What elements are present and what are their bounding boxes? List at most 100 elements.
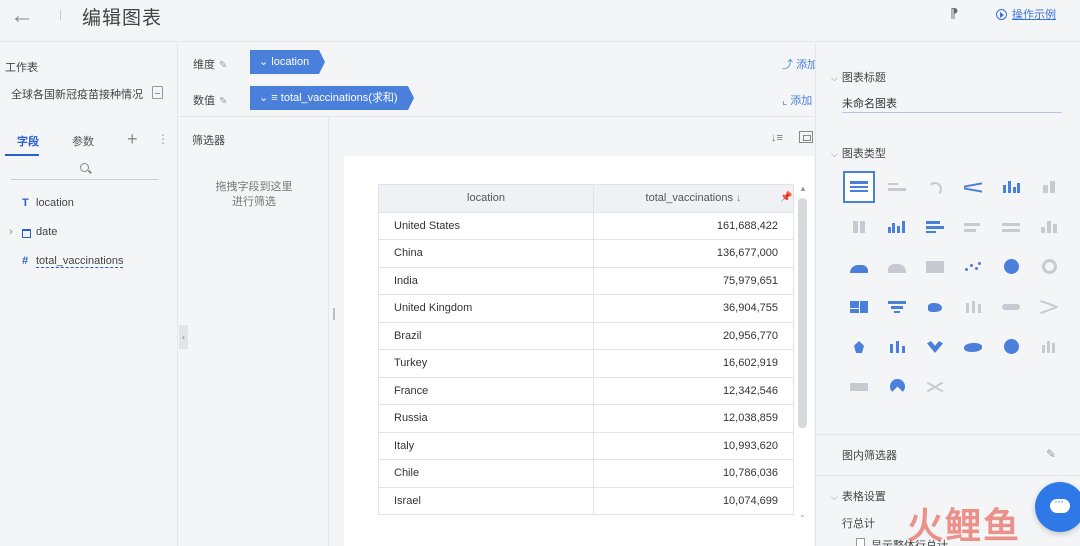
funnel-chart-icon[interactable] — [881, 291, 913, 323]
layout-icon[interactable] — [799, 131, 813, 143]
help-link[interactable]: 操作示例 — [996, 6, 1056, 22]
chat-button[interactable] — [1035, 482, 1080, 532]
donut-chart-icon[interactable] — [1033, 251, 1065, 283]
map-chart-icon[interactable] — [919, 291, 951, 323]
gauge-chart-icon[interactable] — [919, 171, 951, 203]
stacked-area-chart-icon[interactable] — [881, 251, 913, 283]
table-scrollbar[interactable]: ▲ ⌄ — [798, 184, 808, 521]
percent-bar-chart-icon[interactable] — [843, 211, 875, 243]
sort-desc-icon[interactable]: ↓ — [736, 192, 742, 204]
add-icon[interactable]: + — [127, 129, 138, 150]
table-chart-icon[interactable] — [843, 171, 875, 203]
pencil-icon[interactable]: ✎ — [1046, 447, 1056, 461]
percent-horizontal-bar-icon[interactable] — [995, 211, 1027, 243]
dimension-pill-label: location — [271, 56, 310, 68]
table-row[interactable]: Turkey 16,602,919 — [378, 349, 794, 378]
row-total-checkbox[interactable] — [856, 538, 865, 546]
chart-type-section[interactable]: ⌵ 图表类型 — [831, 145, 886, 161]
scatter-chart-icon[interactable] — [957, 251, 989, 283]
pencil-icon[interactable]: ✎ — [219, 96, 227, 107]
flow-map-icon[interactable] — [957, 331, 989, 363]
sort-icon[interactable]: ↓≡ — [771, 132, 783, 144]
heatmap-chart-icon[interactable] — [843, 371, 875, 403]
editor-canvas: 维度 ✎ ⌄ location ⤴ 添加 数值 ✎ ⌄ ≡ total_vaccin… — [179, 43, 818, 546]
table-row[interactable]: Italy 10,993,620 — [378, 431, 794, 460]
column-header-total-vaccinations[interactable]: total_vaccinations ↓ — [593, 184, 794, 213]
waterfall-chart-icon[interactable] — [1033, 211, 1065, 243]
measure-pill[interactable]: ⌄ ≡ total_vaccinations(求和) — [250, 86, 414, 110]
table-row[interactable]: China 136,677,000 — [378, 239, 794, 268]
table-row[interactable]: Chile 10,786,036 — [378, 459, 794, 488]
line-chart-icon[interactable] — [957, 171, 989, 203]
back-arrow-icon[interactable]: ← — [10, 4, 40, 30]
pie-chart-icon[interactable] — [995, 251, 1027, 283]
stacked-horizontal-bar-icon[interactable] — [957, 211, 989, 243]
pencil-icon[interactable]: ✎ — [219, 60, 227, 71]
stacked-bar-chart-icon[interactable] — [1033, 171, 1065, 203]
area-chart-icon[interactable] — [843, 251, 875, 283]
cell-location: Chile — [378, 459, 594, 488]
word-cloud-icon[interactable] — [995, 291, 1027, 323]
radar-chart-icon[interactable] — [843, 331, 875, 363]
column-header-location[interactable]: location — [378, 184, 594, 213]
collapse-left-handle[interactable]: ‹ — [179, 325, 188, 349]
resize-handle[interactable] — [333, 308, 335, 320]
scroll-up-icon[interactable]: ▲ — [799, 184, 807, 193]
cell-location: United Kingdom — [378, 294, 594, 323]
chart-title-section[interactable]: ⌵ 图表标题 — [831, 69, 886, 85]
sort-lines-icon: ≡ — [271, 92, 278, 104]
half-pie-chart-icon[interactable] — [881, 371, 913, 403]
pin-icon[interactable]: 📌 — [780, 192, 792, 203]
table-row[interactable]: Israel 10,074,699 — [378, 486, 794, 515]
dimension-add-button[interactable]: ⤴ 添加 — [782, 56, 818, 72]
kpi-chart-icon[interactable] — [881, 171, 913, 203]
sankey-chart-icon[interactable] — [1033, 291, 1065, 323]
ruler-icon[interactable]: ⁋ — [950, 6, 966, 22]
dataset-file-icon[interactable] — [152, 86, 163, 99]
dimension-pill[interactable]: ⌄ location — [250, 50, 326, 74]
relation-chart-icon[interactable] — [919, 371, 951, 403]
candlestick-chart-icon[interactable] — [881, 331, 913, 363]
table-row[interactable]: United Kingdom 36,904,755 — [378, 294, 794, 323]
percent-area-chart-icon[interactable] — [919, 251, 951, 283]
chevron-down-icon: ⌵ — [831, 149, 838, 159]
table-row[interactable]: France 12,342,546 — [378, 376, 794, 405]
horizontal-bar-chart-icon[interactable] — [919, 211, 951, 243]
cell-location: Turkey — [378, 349, 594, 378]
more-vertical-icon[interactable]: ⋮ — [157, 132, 169, 146]
field-search-input[interactable] — [11, 159, 158, 180]
chart-title-input[interactable]: 未命名图表 — [842, 93, 1062, 113]
chevron-right-icon[interactable]: › — [9, 226, 13, 238]
column-header-label: total_vaccinations — [645, 192, 733, 205]
scroll-thumb[interactable] — [798, 198, 807, 428]
bullet-chart-icon[interactable] — [1033, 331, 1065, 363]
rose-chart-icon[interactable] — [919, 331, 951, 363]
globe-chart-icon[interactable] — [995, 331, 1027, 363]
field-tabs: 字段 参数 + ⋮ — [5, 129, 169, 156]
measure-add-button[interactable]: ⌞ 添加 — [782, 92, 812, 108]
tab-fields[interactable]: 字段 — [17, 133, 39, 149]
filter-box[interactable]: 筛选器 拖拽字段到这里 进行筛选 — [179, 117, 329, 546]
dataset-name[interactable]: 全球各国新冠疫苗接种情况 — [11, 86, 143, 102]
filter-hint-line-2: 进行筛选 — [232, 196, 276, 208]
measure-pill-label: total_vaccinations(求和) — [280, 92, 398, 104]
cell-total-vaccinations: 16,602,919 — [593, 349, 794, 378]
cell-total-vaccinations: 12,342,546 — [593, 376, 794, 405]
grouped-bar-chart-icon[interactable] — [881, 211, 913, 243]
table-row[interactable]: Russia 12,038,859 — [378, 404, 794, 433]
field-label: date — [36, 226, 58, 238]
section-label: 表格设置 — [841, 491, 886, 503]
table-row[interactable]: India 75,979,651 — [378, 266, 794, 295]
field-item-total-vaccinations[interactable]: # total_vaccinations — [0, 254, 178, 272]
tab-params[interactable]: 参数 — [72, 133, 94, 149]
field-item-location[interactable]: T location — [0, 196, 178, 214]
scroll-down-icon[interactable]: ⌄ — [799, 510, 806, 519]
cell-total-vaccinations: 136,677,000 — [593, 239, 794, 268]
table-settings-section[interactable]: ⌵ 表格设置 — [831, 488, 886, 504]
field-item-date[interactable]: › date — [0, 225, 178, 243]
treemap-chart-icon[interactable] — [843, 291, 875, 323]
table-row[interactable]: United States 161,688,422 — [378, 211, 794, 240]
boxplot-chart-icon[interactable] — [957, 291, 989, 323]
bar-chart-icon[interactable] — [995, 171, 1027, 203]
table-row[interactable]: Brazil 20,956,770 — [378, 321, 794, 350]
